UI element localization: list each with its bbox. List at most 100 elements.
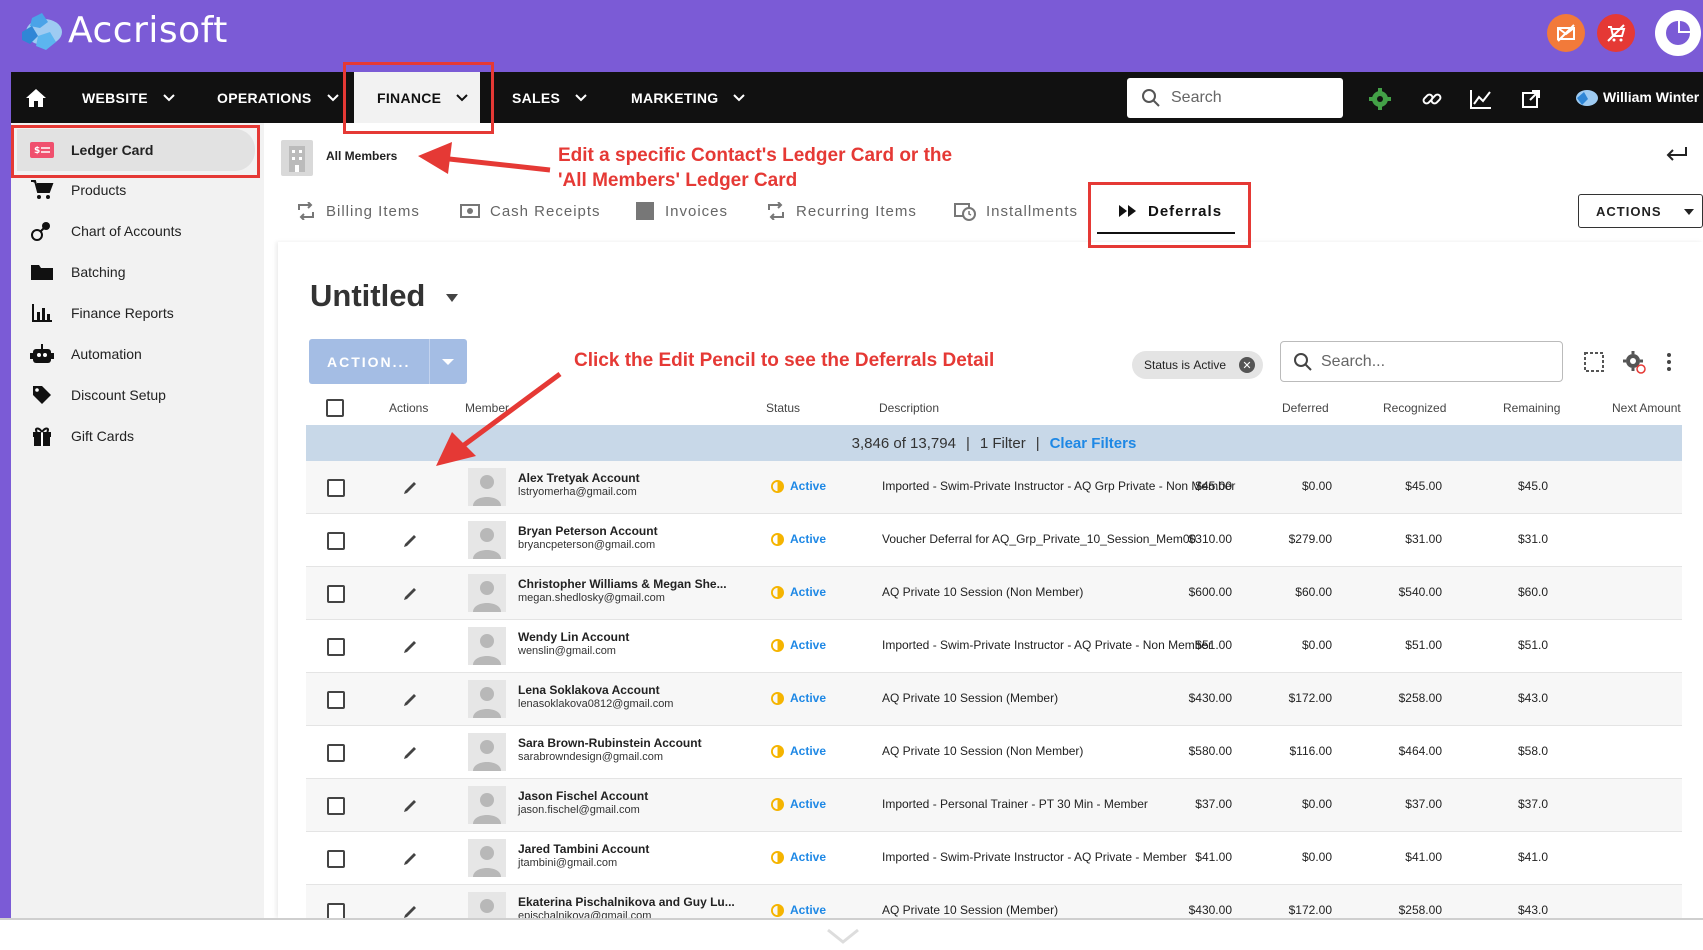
settings-button[interactable] (1367, 86, 1393, 112)
edit-pencil-icon[interactable] (402, 531, 420, 549)
table-row[interactable]: Alex Tretyak Account lstryomerha@gmail.co… (306, 461, 1682, 514)
sidebar-item-gift-cards[interactable]: Gift Cards (29, 416, 269, 456)
sidebar-item-automation[interactable]: Automation (29, 334, 269, 374)
column-header-description[interactable]: Description (879, 401, 939, 415)
member-name[interactable]: Ekaterina Pischalnikova and Guy Lu... (518, 895, 735, 909)
view-title[interactable]: Untitled (310, 278, 458, 314)
annotation-box-deferrals (1088, 182, 1251, 248)
remaining-amount: $540.00 (1398, 585, 1442, 599)
edit-pencil-icon[interactable] (402, 902, 420, 918)
column-header-next-amount[interactable]: Next Amount (1612, 401, 1681, 415)
member-name[interactable]: Sara Brown-Rubinstein Account (518, 736, 702, 750)
bulk-action-button[interactable]: ACTION... (309, 339, 467, 384)
column-header-deferred[interactable]: Deferred (1282, 401, 1329, 415)
row-checkbox[interactable] (327, 585, 345, 603)
edit-pencil-icon[interactable] (402, 690, 420, 708)
table-row[interactable]: Jason Fischel Account jason.fischel@gmail… (306, 779, 1682, 832)
table-row[interactable]: Christopher Williams & Megan She... megan… (306, 567, 1682, 620)
building-icon (281, 140, 313, 176)
column-header-actions[interactable]: Actions (389, 401, 428, 415)
tab-cash-receipts[interactable]: Cash Receipts (460, 199, 601, 223)
user-menu[interactable]: William Winter (1573, 86, 1699, 108)
sidebar-item-finance-reports[interactable]: Finance Reports (29, 293, 269, 333)
nav-sales[interactable]: SALES (512, 72, 588, 123)
status-label: Active (790, 479, 827, 493)
row-checkbox[interactable] (327, 744, 345, 762)
table-row[interactable]: Sara Brown-Rubinstein Account sarabrownde… (306, 726, 1682, 779)
deferral-description: AQ Private 10 Session (Member) (882, 691, 1059, 705)
member-name[interactable]: Alex Tretyak Account (518, 471, 640, 485)
row-checkbox[interactable] (327, 479, 345, 497)
row-checkbox[interactable] (327, 797, 345, 815)
gear-sync-icon[interactable] (1621, 349, 1647, 375)
nav-operations[interactable]: OPERATIONS (217, 72, 340, 123)
remaining-amount: $31.00 (1405, 532, 1442, 546)
clear-filters-link[interactable]: Clear Filters (1050, 435, 1137, 452)
global-search-input[interactable]: Search (1127, 78, 1343, 118)
table-row[interactable]: Bryan Peterson Account bryancpeterson@gma… (306, 514, 1682, 567)
more-vertical-icon[interactable] (1665, 351, 1673, 373)
filter-count: 1 Filter (979, 434, 1026, 452)
sidebar-item-discount-setup[interactable]: Discount Setup (29, 375, 269, 415)
home-button[interactable] (24, 72, 48, 123)
nav-website[interactable]: WEBSITE (82, 72, 176, 123)
avatar (468, 786, 506, 824)
return-icon[interactable] (1664, 145, 1690, 163)
status-label: Active (790, 797, 827, 811)
sidebar-item-batching[interactable]: Batching (29, 252, 269, 292)
member-name[interactable]: Lena Soklakova Account (518, 683, 660, 697)
tab-invoices[interactable]: Invoices (635, 199, 728, 223)
edit-pencil-icon[interactable] (402, 584, 420, 602)
analytics-button[interactable] (1468, 86, 1494, 112)
tab-billing-items[interactable]: Billing Items (296, 199, 420, 223)
sidebar-item-chart-of-accounts[interactable]: Chart of Accounts (29, 211, 269, 251)
accrisoft-logo-icon (22, 13, 62, 50)
table-row[interactable]: Lena Soklakova Account lenasoklakova0812@… (306, 673, 1682, 726)
open-external-button[interactable] (1518, 86, 1544, 112)
column-header-member[interactable]: Member (465, 401, 509, 415)
tab-recurring-items[interactable]: Recurring Items (766, 199, 917, 223)
member-name[interactable]: Wendy Lin Account (518, 630, 629, 644)
row-checkbox[interactable] (327, 691, 345, 709)
table-row[interactable]: Ekaterina Pischalnikova and Guy Lu... epi… (306, 885, 1682, 918)
row-checkbox[interactable] (327, 532, 345, 550)
column-header-remaining[interactable]: Remaining (1503, 401, 1560, 415)
tab-installments[interactable]: Installments (954, 199, 1078, 223)
deferred-amount: $430.00 (1188, 691, 1232, 705)
cart-alert-button[interactable] (1597, 14, 1635, 52)
row-checkbox[interactable] (327, 638, 345, 656)
member-name[interactable]: Jared Tambini Account (518, 842, 649, 856)
link-button[interactable] (1419, 86, 1445, 112)
column-header-recognized[interactable]: Recognized (1383, 401, 1446, 415)
recognized-amount: $0.00 (1301, 797, 1332, 811)
member-name[interactable]: Bryan Peterson Account (518, 524, 658, 538)
table-search-input[interactable]: Search... (1280, 341, 1563, 382)
avatar (468, 733, 506, 771)
table-row[interactable]: Wendy Lin Account wenslin@gmail.com Active… (306, 620, 1682, 673)
actions-dropdown-button[interactable]: ACTIONS (1578, 194, 1703, 228)
nav-marketing[interactable]: MARKETING (631, 72, 746, 123)
column-header-status[interactable]: Status (766, 401, 800, 415)
edit-pencil-icon[interactable] (402, 796, 420, 814)
member-name[interactable]: Christopher Williams & Megan She... (518, 577, 727, 591)
select-area-icon[interactable] (1583, 351, 1605, 373)
member-email: epischalnikova@gmail.com (518, 910, 652, 918)
remove-filter-icon[interactable]: ✕ (1239, 357, 1255, 373)
mail-alert-button[interactable] (1547, 14, 1585, 52)
edit-pencil-icon[interactable] (402, 637, 420, 655)
row-checkbox[interactable] (327, 850, 345, 868)
edit-pencil-icon[interactable] (402, 849, 420, 867)
sidebar-item-label: Discount Setup (71, 387, 166, 403)
remaining-amount: $258.00 (1398, 903, 1442, 917)
member-email: lstryomerha@gmail.com (518, 486, 637, 498)
edit-pencil-icon[interactable] (402, 478, 420, 496)
table-row[interactable]: Jared Tambini Account jtambini@gmail.com A… (306, 832, 1682, 885)
filter-key: Status (1144, 358, 1179, 372)
select-all-checkbox[interactable] (326, 399, 344, 417)
dashboard-button[interactable] (1655, 10, 1701, 56)
member-name[interactable]: Jason Fischel Account (518, 789, 648, 803)
breadcrumb[interactable]: All Members (326, 149, 397, 163)
edit-pencil-icon[interactable] (402, 743, 420, 761)
status-filter-chip[interactable]: Status is Active ✕ (1132, 351, 1263, 379)
row-checkbox[interactable] (327, 903, 345, 918)
